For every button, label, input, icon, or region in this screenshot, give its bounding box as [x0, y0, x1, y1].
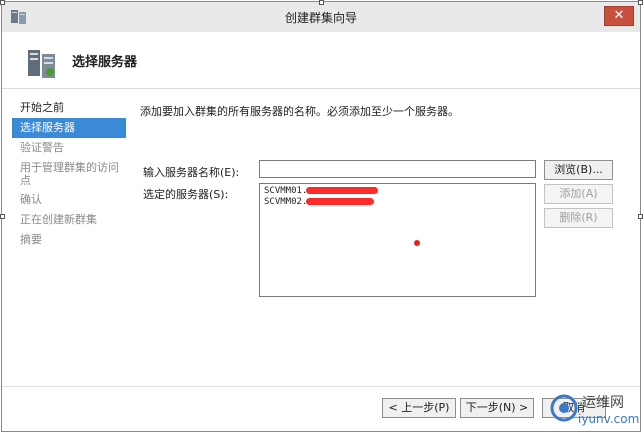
footer-divider [2, 386, 640, 387]
resize-handle[interactable] [638, 0, 643, 5]
step-confirmation: 确认 [20, 193, 42, 206]
close-button[interactable]: ✕ [604, 6, 634, 26]
step-validation-warning: 验证警告 [20, 141, 64, 154]
wizard-window: 创建群集向导 ✕ 选择服务器 开始之前 选择服务器 验证警告 用于管理群集的访问… [1, 1, 641, 432]
selected-servers-label: 选定的服务器(S): [143, 188, 229, 201]
redaction-mark [306, 198, 374, 205]
step-access-point: 用于管理群集的访问点 [20, 161, 119, 187]
back-button[interactable]: < 上一步(P) [382, 398, 456, 418]
step-creating-cluster: 正在创建新群集 [20, 213, 97, 226]
server-cluster-icon [28, 50, 55, 78]
step-summary: 摘要 [20, 233, 42, 246]
server-name-input[interactable] [259, 160, 536, 178]
cursor-dot [414, 240, 420, 246]
resize-handle[interactable] [0, 0, 5, 5]
watermark-url: iyunv.com [578, 412, 640, 426]
browse-button[interactable]: 浏览(B)... [544, 160, 613, 180]
next-button[interactable]: 下一步(N) > [460, 398, 534, 418]
list-item[interactable]: SCVMM01. [264, 186, 307, 196]
list-item[interactable]: SCVMM02. [264, 197, 307, 207]
server-name-label: 输入服务器名称(E): [143, 166, 240, 179]
resize-handle[interactable] [638, 214, 643, 219]
watermark-logo-icon [550, 394, 578, 422]
page-title: 选择服务器 [72, 55, 138, 70]
resize-handle[interactable] [0, 214, 5, 219]
selected-servers-list[interactable]: SCVMM01. SCVMM02. [259, 183, 536, 297]
add-button[interactable]: 添加(A) [544, 184, 613, 204]
window-title: 创建群集向导 [284, 11, 357, 25]
remove-button[interactable]: 删除(R) [544, 208, 613, 228]
resize-handle[interactable] [319, 0, 324, 5]
title-bar[interactable]: 创建群集向导 ✕ [2, 2, 640, 33]
site-watermark: 运维网 iyunv.com [548, 388, 640, 432]
wizard-steps: 开始之前 选择服务器 验证警告 用于管理群集的访问点 确认 正在创建新群集 摘要 [12, 98, 126, 250]
step-before-you-begin[interactable]: 开始之前 [12, 98, 126, 118]
redaction-mark [306, 187, 378, 194]
step-select-servers[interactable]: 选择服务器 [12, 118, 126, 138]
instruction-text: 添加要加入群集的所有服务器的名称。必须添加至少一个服务器。 [140, 105, 459, 118]
watermark-text: 运维网 [582, 395, 624, 411]
page-header: 选择服务器 [2, 32, 640, 89]
